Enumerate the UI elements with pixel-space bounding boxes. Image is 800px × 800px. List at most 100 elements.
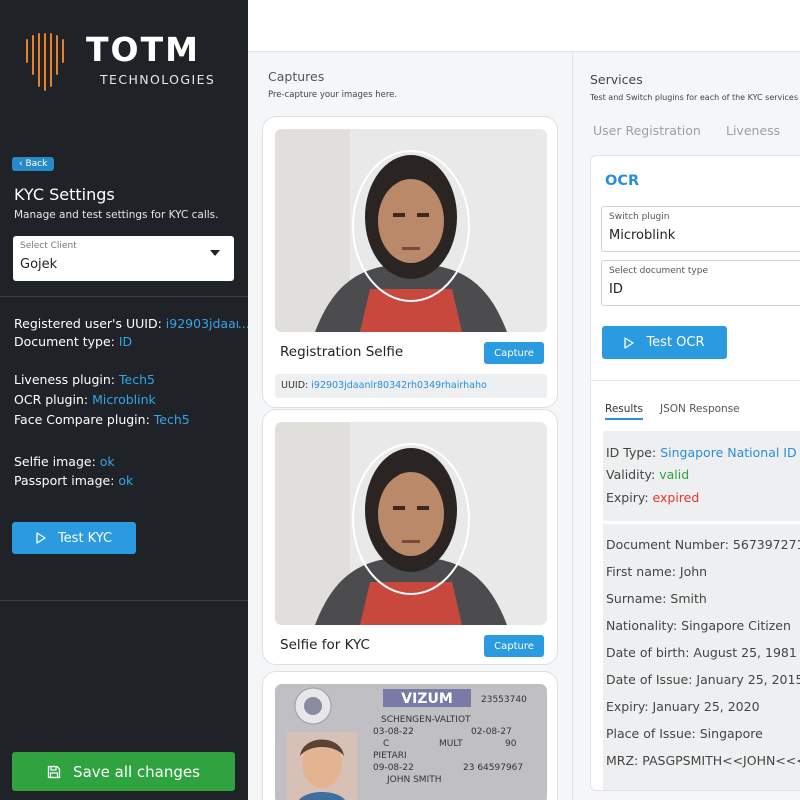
services-title: Services [590,72,643,87]
save-all-label: Save all changes [73,762,200,781]
page-subtitle: Manage and test settings for KYC calls. [14,209,219,221]
brand-tagline: TECHNOLOGIES [100,72,216,87]
doc-type-label: Document type: [14,334,115,349]
passport-line6: JOHN SMITH [386,775,442,785]
captures-title: Captures [268,69,325,84]
logo-mark-icon [26,33,64,91]
selfie-row: Selfie image: ok [14,454,115,469]
doc-type-row: Document type: ID [14,334,132,349]
save-all-button[interactable]: Save all changes [12,752,235,791]
capture-kyc-selfie-button[interactable]: Capture [484,635,544,657]
back-button-label: Back [25,159,48,169]
ocr-panel: OCR Switch plugin Microblink Select docu… [590,155,800,791]
expiry-value: expired [652,490,700,505]
registration-selfie-photo [275,129,547,332]
passport-line1: SCHENGEN-VALTIOT [381,715,471,725]
uuid-value[interactable]: i92903jdaanlr80342rh0349rhairhaho [166,316,238,331]
expiry-label: Expiry: [606,490,649,505]
select-client-value: Gojek [20,257,58,272]
passport-label: Passport image: [14,473,115,488]
ocr-title: OCR [605,173,640,189]
face-compare-row: Face Compare plugin: Tech5 [14,412,190,427]
registration-selfie-card: Registration Selfie Capture UUID: i92903… [262,116,558,408]
face-compare-label: Face Compare plugin: [14,412,150,427]
liveness-value[interactable]: Tech5 [119,372,155,387]
detail-expiry: Expiry: January 25, 2020 [606,699,760,714]
registration-selfie-label: Registration Selfie [280,344,404,360]
passport-header: VIZUM [401,691,453,707]
brand-name: TOTM [86,30,200,69]
selfie-label: Selfie image: [14,454,96,469]
detail-place-of-issue: Place of Issue: Singapore [606,726,763,741]
tab-liveness[interactable]: Liveness [726,123,780,138]
captures-subtitle: Pre-capture your images here. [268,90,398,100]
passport-line4: PIETARI [373,751,407,761]
tab-results[interactable]: Results [605,403,643,420]
services-subtitle: Test and Switch plugins for each of the … [590,93,799,102]
select-client-label: Select Client [20,241,77,251]
detail-mrz: MRZ: PASGPSMITH<<JOHN<<<< [606,753,800,768]
validity-row: Validity: valid [606,467,689,482]
passport-line2b: 02-08-27 [471,727,512,737]
save-icon [47,765,61,779]
play-icon [36,532,46,544]
test-ocr-button[interactable]: Test OCR [602,326,727,359]
sidebar-divider [0,296,248,297]
switch-plugin-value: Microblink [609,228,676,243]
ocr-value[interactable]: Microblink [92,392,156,407]
captures-panel: Captures Pre-capture your images here. R… [248,53,573,800]
chevron-left-icon: ‹ [19,159,23,169]
uuid-box-label: UUID: [281,380,309,391]
top-bar [248,0,800,52]
ocr-label: OCR plugin: [14,392,89,407]
passport-line5b: 23 64597967 [463,763,523,773]
id-type-label: ID Type: [606,445,657,460]
passport-line3b: MULT [439,739,463,749]
doc-type-value[interactable]: ID [119,334,132,349]
uuid-box-value[interactable]: i92903jdaanlr80342rh0349rhairhaho [311,380,487,391]
test-kyc-label: Test KYC [57,530,113,546]
passport-line3a: C [383,739,389,749]
switch-plugin-select[interactable]: Switch plugin Microblink [601,206,800,252]
test-kyc-button[interactable]: Test KYC [12,522,136,554]
kyc-selfie-photo [275,422,547,625]
ocr-divider [591,380,800,381]
test-ocr-label: Test OCR [646,335,705,350]
detail-date-of-birth: Date of birth: August 25, 1981 [606,645,797,660]
capture-registration-selfie-button[interactable]: Capture [484,342,544,364]
detail-surname: Surname: Smith [606,591,707,606]
passport-value: ok [118,473,134,488]
detail-nationality: Nationality: Singapore Citizen [606,618,791,633]
passport-photo: VIZUM 23553740 SCHENGEN-VALTIOT 03-08-22… [275,684,547,800]
passport-card: VIZUM 23553740 SCHENGEN-VALTIOT 03-08-22… [262,671,558,800]
brand-logo: TOTM TECHNOLOGIES [24,32,224,92]
tab-user-registration[interactable]: User Registration [593,123,701,138]
face-compare-value[interactable]: Tech5 [154,412,190,427]
uuid-row: Registered user's UUID: i92903jdaanlr803… [14,316,250,331]
kyc-selfie-card: Selfie for KYC Capture [262,409,558,665]
sidebar-divider [0,600,248,601]
document-type-select[interactable]: Select document type ID [601,260,800,306]
passport-line5a: 09-08-22 [373,763,414,773]
id-type-value: Singapore National ID [660,445,797,460]
selfie-value: ok [99,454,115,469]
passport-line2a: 03-08-22 [373,727,414,737]
services-panel: Services Test and Switch plugins for eac… [574,53,800,800]
uuid-box: UUID: i92903jdaanlr80342rh0349rhairhaho [275,374,547,398]
passport-number: 23553740 [481,695,527,705]
caret-down-icon [210,250,220,256]
select-client-dropdown[interactable]: Select Client Gojek [13,236,234,281]
detail-first-name: First name: John [606,564,708,579]
passport-line3c: 90 [505,739,517,749]
expiry-row: Expiry: expired [606,490,699,505]
uuid-label: Registered user's UUID: [14,316,162,331]
switch-plugin-label: Switch plugin [609,212,670,222]
back-button[interactable]: ‹ Back [12,157,55,171]
sidebar: TOTM TECHNOLOGIES ‹ Back KYC Settings Ma… [0,0,250,800]
detail-document-number: Document Number: 567397271 [606,537,800,552]
liveness-label: Liveness plugin: [14,372,116,387]
kyc-selfie-label: Selfie for KYC [280,637,370,653]
tab-json-response[interactable]: JSON Response [660,403,740,415]
detail-date-of-issue: Date of Issue: January 25, 2015 [606,672,800,687]
document-type-label: Select document type [609,266,708,276]
